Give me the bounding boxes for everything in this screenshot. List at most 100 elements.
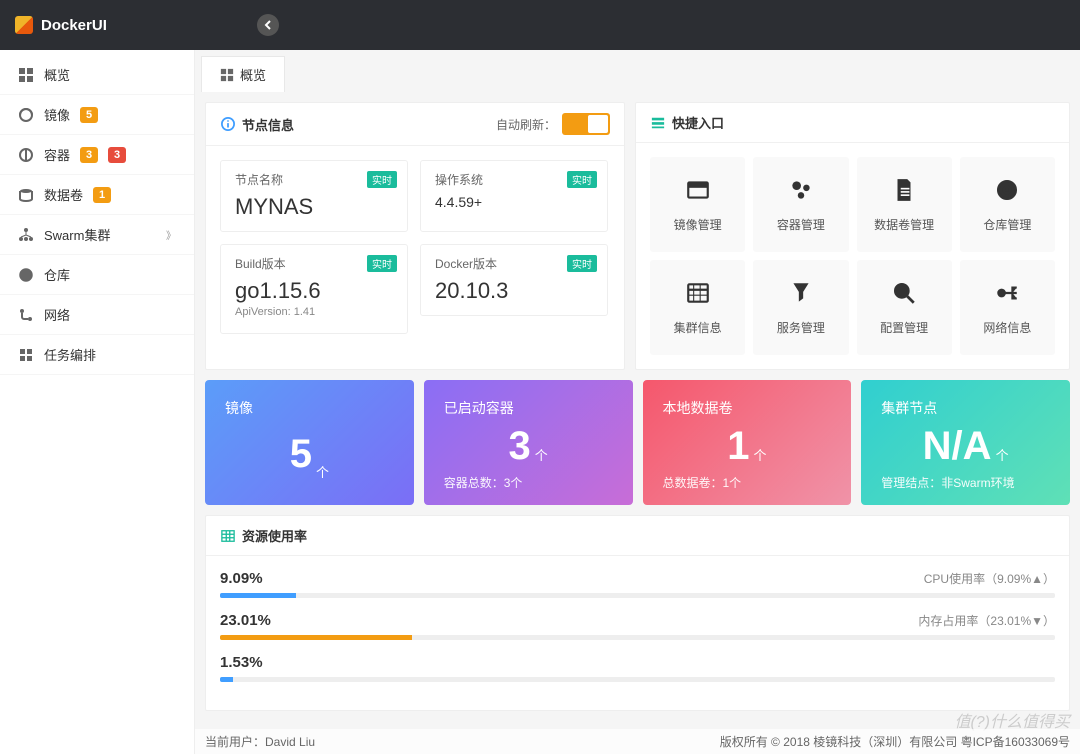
shortcut-label: 镜像管理	[674, 216, 722, 233]
progress-bar	[220, 677, 1055, 682]
shortcut-4[interactable]: 集群信息	[650, 260, 745, 355]
info-value: 4.4.59+	[435, 194, 593, 210]
menu-icon	[18, 267, 34, 283]
menu-label: 任务编排	[44, 345, 96, 364]
sidebar-item-3[interactable]: 数据卷 1	[0, 175, 194, 215]
menu-label: 数据卷	[44, 185, 83, 204]
progress-bar	[220, 635, 1055, 640]
stat-unit: 个	[996, 445, 1009, 464]
info-card-0: 实时节点名称MYNAS	[220, 160, 408, 232]
menu-label: 容器	[44, 145, 70, 164]
shortcut-icon	[685, 177, 711, 206]
shortcut-0[interactable]: 镜像管理	[650, 157, 745, 252]
sidebar-item-5[interactable]: 仓库	[0, 255, 194, 295]
auto-refresh-label: 自动刷新：	[496, 116, 556, 133]
stat-num: N/A	[923, 424, 992, 469]
shortcut-label: 仓库管理	[983, 216, 1031, 233]
shortcut-2[interactable]: 数据卷管理	[857, 157, 952, 252]
shortcut-5[interactable]: 服务管理	[753, 260, 848, 355]
sidebar: 概览 镜像 5容器 3 3数据卷 1Swarm集群 》仓库 网络 任务编排	[0, 50, 195, 754]
sidebar-collapse-button[interactable]	[257, 14, 279, 36]
shortcuts-panel: 快捷入口 镜像管理 容器管理数据卷管理 仓库管理集群信息 服务管理 配置管理网络信息	[635, 102, 1070, 370]
menu-label: 镜像	[44, 105, 70, 124]
sidebar-item-7[interactable]: 任务编排	[0, 335, 194, 375]
node-info-panel: 节点信息 自动刷新： 实时节点名称MYNAS实时Build版本go1.15.6A…	[205, 102, 625, 370]
sidebar-item-0[interactable]: 概览	[0, 55, 194, 95]
info-icon	[220, 116, 236, 132]
shortcut-label: 集群信息	[674, 319, 722, 336]
menu-icon	[18, 227, 34, 243]
stat-card-2[interactable]: 本地数据卷 1个 总数据卷：1个	[643, 380, 852, 505]
main-content: 概览 节点信息 自动刷新： 实时节点名称MYNAS实时Build版本go1.15…	[195, 50, 1080, 754]
usage-item-0: 9.09%CPU使用率（9.09%▲）	[220, 570, 1055, 598]
menu-icon	[18, 347, 34, 363]
stat-title: 镜像	[225, 398, 394, 418]
usage-item-1: 23.01%内存占用率（23.01%▼）	[220, 612, 1055, 640]
app-title: DockerUI	[41, 17, 107, 34]
stat-num: 1	[727, 424, 749, 469]
shortcut-label: 数据卷管理	[874, 216, 934, 233]
usage-panel: 资源使用率 9.09%CPU使用率（9.09%▲） 23.01%内存占用率（23…	[205, 515, 1070, 711]
chevron-left-icon	[263, 20, 273, 30]
badge: 3	[108, 147, 126, 163]
usage-label: 内存占用率（23.01%▼）	[918, 612, 1055, 629]
stat-card-1[interactable]: 已启动容器 3个 容器总数：3个	[424, 380, 633, 505]
tab-overview[interactable]: 概览	[201, 56, 285, 92]
tabbar: 概览	[195, 50, 1080, 92]
stat-title: 本地数据卷	[663, 398, 832, 418]
chevron-down-icon: 》	[166, 227, 176, 242]
footer-copyright: 版权所有 © 2018 棱镜科技（深圳）有限公司 粤ICP备16033069号	[720, 733, 1070, 750]
menu-label: 仓库	[44, 265, 70, 284]
realtime-badge: 实时	[567, 171, 597, 188]
shortcut-icon	[788, 177, 814, 206]
shortcut-icon	[994, 177, 1020, 206]
menu-label: 概览	[44, 65, 70, 84]
stat-num: 5	[290, 432, 312, 477]
footer-user: 当前用户：David Liu	[205, 733, 315, 750]
info-card-3: 实时Build版本go1.15.6ApiVersion: 1.41	[220, 244, 408, 334]
badge: 5	[80, 107, 98, 123]
table-icon	[220, 528, 236, 544]
shortcut-icon	[994, 280, 1020, 309]
logo[interactable]: DockerUI	[15, 16, 107, 34]
menu-icon	[18, 67, 34, 83]
usage-item-2: 1.53%	[220, 654, 1055, 682]
shortcut-7[interactable]: 网络信息	[960, 260, 1055, 355]
windows-icon	[220, 68, 234, 82]
stat-card-3[interactable]: 集群节点 N/A个 管理结点：非Swarm环境	[861, 380, 1070, 505]
usage-pct: 9.09%	[220, 570, 263, 587]
shortcut-label: 服务管理	[777, 319, 825, 336]
stat-card-0[interactable]: 镜像 5个	[205, 380, 414, 505]
info-sub: ApiVersion: 1.41	[235, 306, 393, 318]
badge: 1	[93, 187, 111, 203]
stat-unit: 个	[535, 445, 548, 464]
realtime-badge: 实时	[567, 255, 597, 272]
tab-label: 概览	[240, 65, 266, 84]
menu-icon	[18, 107, 34, 123]
shortcut-icon	[891, 280, 917, 309]
panel-title: 快捷入口	[672, 113, 724, 132]
badge: 3	[80, 147, 98, 163]
realtime-badge: 实时	[367, 255, 397, 272]
stat-title: 集群节点	[881, 398, 1050, 418]
logo-icon	[15, 16, 33, 34]
menu-icon	[18, 307, 34, 323]
auto-refresh-toggle[interactable]	[562, 113, 610, 135]
stat-unit: 个	[753, 445, 766, 464]
sidebar-item-4[interactable]: Swarm集群 》	[0, 215, 194, 255]
panel-title: 资源使用率	[242, 526, 307, 545]
sidebar-item-2[interactable]: 容器 3 3	[0, 135, 194, 175]
shortcut-1[interactable]: 容器管理	[753, 157, 848, 252]
menu-label: Swarm集群	[44, 225, 110, 244]
info-value: 20.10.3	[435, 278, 593, 304]
sidebar-item-1[interactable]: 镜像 5	[0, 95, 194, 135]
menu-icon	[18, 147, 34, 163]
shortcut-3[interactable]: 仓库管理	[960, 157, 1055, 252]
shortcut-icon	[685, 280, 711, 309]
info-card-2: 实时Docker版本20.10.3	[420, 244, 608, 316]
stat-title: 已启动容器	[444, 398, 613, 418]
stat-unit: 个	[316, 462, 329, 481]
shortcut-6[interactable]: 配置管理	[857, 260, 952, 355]
stat-foot: 管理结点：非Swarm环境	[881, 474, 1050, 491]
sidebar-item-6[interactable]: 网络	[0, 295, 194, 335]
